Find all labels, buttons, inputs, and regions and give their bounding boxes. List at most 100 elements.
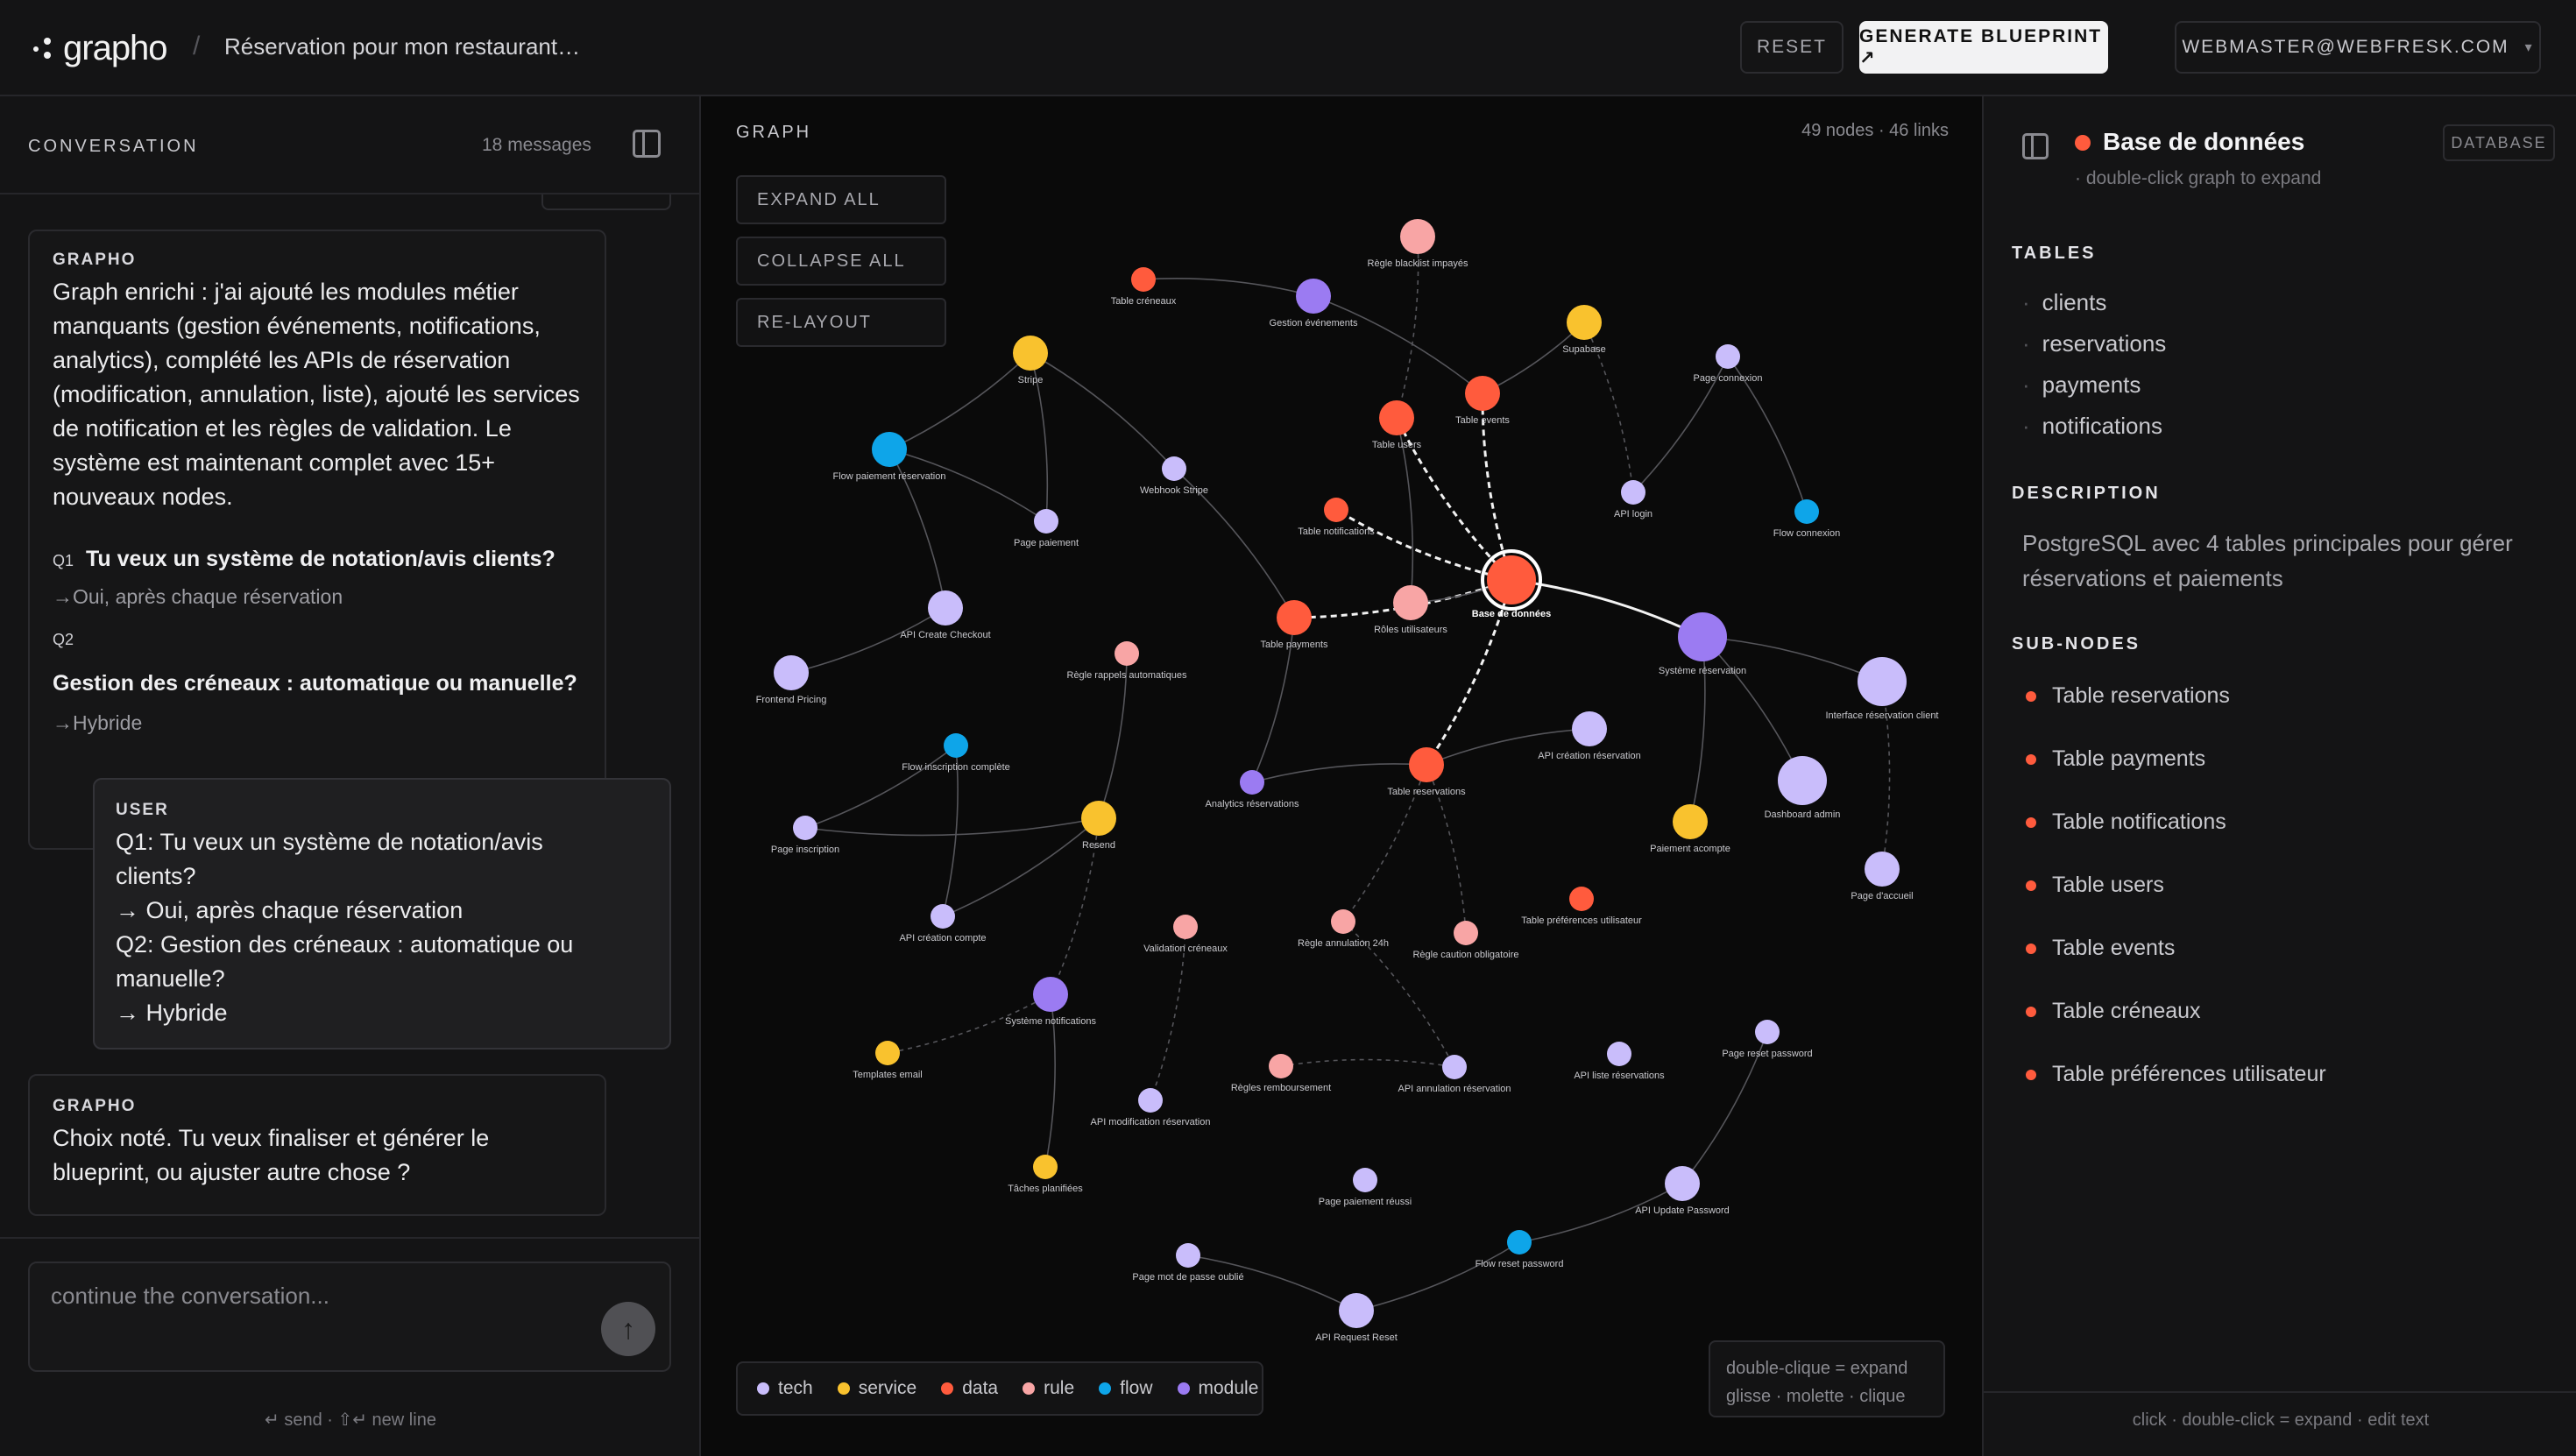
graph-node-circle[interactable]	[1393, 585, 1428, 620]
graph-node-circle[interactable]	[1572, 711, 1607, 746]
graph-node-circle[interactable]	[1465, 376, 1500, 411]
graph-node-circle[interactable]	[1379, 400, 1414, 435]
graph-node-circle[interactable]	[1716, 344, 1740, 369]
graph-node-circle[interactable]	[1567, 305, 1602, 340]
graph-node-rembours[interactable]: Règles remboursement	[1231, 1054, 1331, 1093]
subnode-item[interactable]: Table payments	[2026, 746, 2205, 772]
message-input[interactable]: continue the conversation... ↑	[28, 1262, 671, 1372]
graph-node-circle[interactable]	[1865, 852, 1900, 887]
graph-node-circle[interactable]	[1331, 909, 1355, 934]
graph-node-pageinscr[interactable]: Page inscription	[771, 816, 839, 855]
graph-node-apimodif[interactable]: API modification réservation	[1091, 1088, 1211, 1127]
graph-node-circle[interactable]	[1138, 1088, 1163, 1113]
graph-node-circle[interactable]	[931, 904, 955, 929]
subnode-item[interactable]: Table préférences utilisateur	[2026, 1062, 2326, 1087]
graph-node-circle[interactable]	[1173, 915, 1198, 939]
subnode-item[interactable]: Table users	[2026, 873, 2164, 898]
graph-node-circle[interactable]	[875, 1041, 900, 1065]
graph-node-gestev[interactable]: Gestion événements	[1270, 279, 1358, 329]
graph-node-pagepay[interactable]: Page paiement	[1014, 509, 1079, 548]
subnode-item[interactable]: Table events	[2026, 936, 2175, 961]
graph-node-circle[interactable]	[793, 816, 817, 840]
graph-node-circle[interactable]	[944, 733, 968, 758]
graph-node-apiupdate[interactable]: API Update Password	[1635, 1166, 1730, 1216]
collapse-all-button[interactable]: COLLAPSE ALL	[736, 237, 946, 286]
graph-node-apicreres[interactable]: API création réservation	[1538, 711, 1641, 761]
graph-node-apicompte[interactable]: API création compte	[899, 904, 987, 944]
graph-node-flowconn[interactable]: Flow connexion	[1773, 499, 1840, 539]
graph-node-circle[interactable]	[1240, 770, 1264, 795]
graph-node-templates[interactable]: Templates email	[853, 1041, 923, 1080]
graph-node-pagereset[interactable]: Page reset password	[1722, 1020, 1813, 1059]
graph-node-circle[interactable]	[1442, 1055, 1467, 1079]
table-item[interactable]: · payments	[2022, 371, 2141, 399]
table-item[interactable]: · clients	[2022, 289, 2106, 316]
graph-node-circle[interactable]	[1778, 756, 1827, 805]
graph-node-circle[interactable]	[1296, 279, 1331, 314]
graph-node-tpay[interactable]: Table payments	[1260, 600, 1328, 650]
graph-node-annul24[interactable]: Règle annulation 24h	[1298, 909, 1389, 949]
inspector-toggle-icon[interactable]	[2022, 133, 2049, 159]
graph-node-db[interactable]: Base de données	[1472, 549, 1551, 619]
graph-node-circle[interactable]	[1162, 456, 1186, 481]
graph-node-circle[interactable]	[1400, 219, 1435, 254]
project-title[interactable]: Réservation pour mon restaurant…	[224, 33, 580, 60]
send-button[interactable]: ↑	[601, 1302, 655, 1356]
table-item[interactable]: · notifications	[2022, 413, 2162, 440]
node-description[interactable]: PostgreSQL avec 4 tables principales pou…	[2022, 526, 2548, 596]
graph-node-circle[interactable]	[928, 590, 963, 626]
graph-node-circle[interactable]	[1794, 499, 1819, 524]
graph-node-stripe[interactable]: Stripe	[1013, 336, 1048, 385]
graph-node-circle[interactable]	[1454, 921, 1478, 945]
graph-node-supabase[interactable]: Supabase	[1562, 305, 1606, 355]
graph-node-circle[interactable]	[1033, 977, 1068, 1012]
graph-node-circle[interactable]	[1569, 887, 1594, 911]
graph-node-rappels[interactable]: Règle rappels automatiques	[1067, 641, 1187, 681]
graph-node-caution[interactable]: Règle caution obligatoire	[1412, 921, 1519, 960]
graph-node-analytics[interactable]: Analytics réservations	[1206, 770, 1299, 809]
graph-node-pageconn[interactable]: Page connexion	[1694, 344, 1763, 384]
graph-node-circle[interactable]	[1131, 267, 1156, 292]
graph-node-circle[interactable]	[1339, 1293, 1374, 1328]
graph-node-webhook[interactable]: Webhook Stripe	[1140, 456, 1208, 496]
graph-node-apiannul[interactable]: API annulation réservation	[1398, 1055, 1511, 1094]
graph-node-frontpricing[interactable]: Frontend Pricing	[756, 655, 827, 705]
graph-node-pagereussi[interactable]: Page paiement réussi	[1319, 1168, 1412, 1207]
subnode-item[interactable]: Table reservations	[2026, 683, 2230, 709]
relayout-button[interactable]: RE-LAYOUT	[736, 298, 946, 347]
graph-node-circle[interactable]	[1115, 641, 1139, 666]
graph-node-circle[interactable]	[774, 655, 809, 690]
graph-node-sysnotif[interactable]: Système notifications	[1005, 977, 1096, 1027]
graph-node-circle[interactable]	[1013, 336, 1048, 371]
graph-node-tpref[interactable]: Table préférences utilisateur	[1521, 887, 1642, 926]
graph-node-validcren[interactable]: Validation créneaux	[1143, 915, 1228, 954]
graph-node-blacklist[interactable]: Règle blacklist impayés	[1368, 219, 1468, 269]
graph-node-circle[interactable]	[1081, 801, 1116, 836]
graph-node-acompte[interactable]: Paiement acompte	[1650, 804, 1730, 854]
graph-node-flowinscr[interactable]: Flow inscription complète	[902, 733, 1010, 773]
graph-node-tcren[interactable]: Table créneaux	[1111, 267, 1177, 307]
graph-node-circle[interactable]	[1324, 498, 1348, 522]
graph-node-circle[interactable]	[1755, 1020, 1780, 1044]
graph-node-circle[interactable]	[1176, 1243, 1200, 1268]
user-menu-button[interactable]: WEBMASTER@WEBFRESK.COM ▾	[2175, 21, 2541, 74]
graph-node-circle[interactable]	[1678, 612, 1727, 661]
graph-node-flowpay[interactable]: Flow paiement réservation	[832, 432, 946, 482]
graph-node-circle[interactable]	[1487, 555, 1536, 604]
graph-node-circle[interactable]	[1507, 1230, 1532, 1255]
graph-node-circle[interactable]	[1269, 1054, 1293, 1078]
graph-node-apireqreset[interactable]: API Request Reset	[1315, 1293, 1398, 1343]
graph-node-circle[interactable]	[1621, 480, 1645, 505]
graph-node-apilogin[interactable]: API login	[1614, 480, 1652, 519]
graph-node-circle[interactable]	[1033, 1155, 1058, 1179]
subnode-item[interactable]: Table notifications	[2026, 809, 2226, 835]
graph-node-circle[interactable]	[1034, 509, 1058, 534]
generate-blueprint-button[interactable]: GENERATE BLUEPRINT ↗	[1859, 21, 2108, 74]
graph-node-circle[interactable]	[1409, 747, 1444, 782]
graph-panel[interactable]: Base de données Système réservation Table …	[701, 96, 1982, 1456]
subnode-item[interactable]: Table créneaux	[2026, 999, 2201, 1024]
graph-node-circle[interactable]	[1665, 1166, 1700, 1201]
graph-node-apiliste[interactable]: API liste réservations	[1574, 1042, 1665, 1081]
graph-node-apicheckout[interactable]: API Create Checkout	[900, 590, 991, 640]
graph-node-circle[interactable]	[872, 432, 907, 467]
